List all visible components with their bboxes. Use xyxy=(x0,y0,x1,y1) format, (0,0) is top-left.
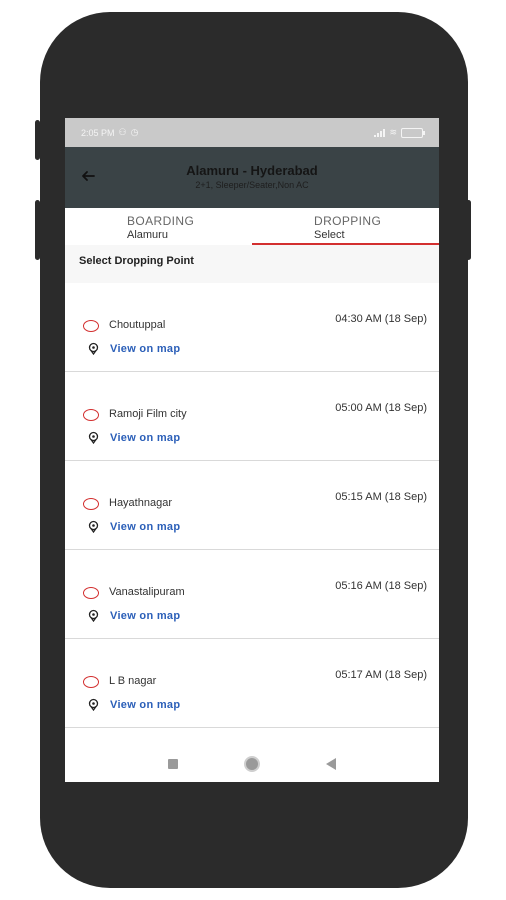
volume-up-button xyxy=(35,120,40,160)
alarm-icon: ◷ xyxy=(130,127,139,137)
back-nav-icon[interactable] xyxy=(326,758,336,770)
radio-icon[interactable] xyxy=(83,320,99,332)
power-button xyxy=(466,200,471,260)
status-bar: 2:05 PM ⚇ ◷ ≋ xyxy=(65,118,439,147)
list-item[interactable]: Choutuppal 04:30 AM (18 Sep) View on map xyxy=(65,283,439,372)
list-item[interactable]: Hayathnagar 05:15 AM (18 Sep) View on ma… xyxy=(65,461,439,550)
tab-dropping-value: Select xyxy=(314,229,345,241)
dropping-point-list: Choutuppal 04:30 AM (18 Sep) View on map… xyxy=(65,283,439,728)
system-nav-bar xyxy=(65,746,439,782)
wifi-icon: ≋ xyxy=(389,127,397,137)
location-pin-icon xyxy=(88,609,99,622)
view-on-map-link[interactable]: View on map xyxy=(110,343,180,355)
tab-dropping[interactable]: DROPPING Select xyxy=(252,208,439,245)
tab-dropping-label: DROPPING xyxy=(314,214,382,228)
list-item[interactable]: Ramoji Film city 05:00 AM (18 Sep) View … xyxy=(65,372,439,461)
app-screen: 2:05 PM ⚇ ◷ ≋ Alamuru - Hyderabad 2+1, S… xyxy=(65,118,439,782)
stop-time: 04:30 AM (18 Sep) xyxy=(335,313,427,325)
bus-type: 2+1, Sleeper/Seater,Non AC xyxy=(195,180,309,190)
view-on-map-link[interactable]: View on map xyxy=(110,699,180,711)
stop-time: 05:17 AM (18 Sep) xyxy=(335,669,427,681)
app-bar: Alamuru - Hyderabad 2+1, Sleeper/Seater,… xyxy=(65,147,439,208)
section-title: Select Dropping Point xyxy=(65,245,439,283)
tab-boarding-label: BOARDING xyxy=(127,214,195,228)
stop-time: 05:15 AM (18 Sep) xyxy=(335,491,427,503)
status-time: 2:05 PM xyxy=(81,127,115,138)
view-on-map-link[interactable]: View on map xyxy=(110,521,180,533)
location-pin-icon xyxy=(88,431,99,444)
location-pin-icon xyxy=(88,698,99,711)
location-pin-icon xyxy=(88,520,99,533)
radio-icon[interactable] xyxy=(83,498,99,510)
stop-name: Vanastalipuram xyxy=(109,586,185,598)
signal-icon xyxy=(374,128,386,137)
stop-name: Ramoji Film city xyxy=(109,408,187,420)
radio-icon[interactable] xyxy=(83,409,99,421)
view-on-map-link[interactable]: View on map xyxy=(110,610,180,622)
tab-boarding-value: Alamuru xyxy=(127,229,168,241)
list-item[interactable]: L B nagar 05:17 AM (18 Sep) View on map xyxy=(65,639,439,728)
tab-bar: BOARDING Alamuru DROPPING Select xyxy=(65,208,439,245)
battery-icon xyxy=(401,127,425,138)
home-icon[interactable] xyxy=(244,756,260,772)
view-on-map-link[interactable]: View on map xyxy=(110,432,180,444)
recents-icon[interactable] xyxy=(168,759,178,769)
volume-down-button xyxy=(35,200,40,260)
location-pin-icon xyxy=(88,342,99,355)
stop-name: Hayathnagar xyxy=(109,497,172,509)
tab-boarding[interactable]: BOARDING Alamuru xyxy=(65,208,252,245)
radio-icon[interactable] xyxy=(83,676,99,688)
stop-name: L B nagar xyxy=(109,675,157,687)
notification-icon: ⚇ xyxy=(118,127,127,137)
route-title: Alamuru - Hyderabad xyxy=(186,163,318,178)
stop-name: Choutuppal xyxy=(109,319,166,331)
stop-time: 05:16 AM (18 Sep) xyxy=(335,580,427,592)
radio-icon[interactable] xyxy=(83,587,99,599)
stop-time: 05:00 AM (18 Sep) xyxy=(335,402,427,414)
list-item[interactable]: Vanastalipuram 05:16 AM (18 Sep) View on… xyxy=(65,550,439,639)
